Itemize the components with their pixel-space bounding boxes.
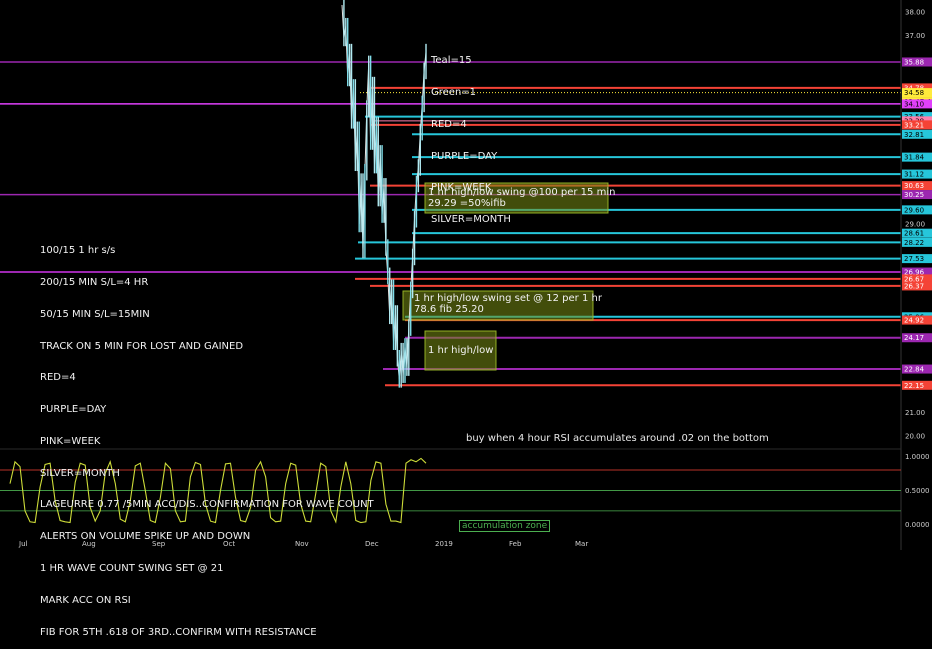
price-tick-label: 29.00 <box>905 221 925 229</box>
legend-line: Teal=15 <box>431 55 472 67</box>
strategy-line: 1 HR WAVE COUNT SWING SET @ 21 <box>40 563 224 574</box>
price-tick-label: 38.00 <box>905 9 925 17</box>
bottom-note: buy when 4 hour RSI accumulates around .… <box>466 433 769 444</box>
strategy-line: PURPLE=DAY <box>40 404 107 416</box>
level-badge-label: 27.53 <box>904 255 924 263</box>
strategy-line: LAGEURRE 0.77 /5MIN ACC/DIS..CONFIRMATIO… <box>40 499 374 511</box>
level-badge-label: 31.12 <box>904 171 924 179</box>
level-badge-label: 24.92 <box>904 317 924 325</box>
oscillator-tick-label: 0.5000 <box>905 487 930 495</box>
price-tick-label: 20.00 <box>905 432 925 440</box>
time-tick-label: Mar <box>575 540 588 548</box>
level-badge-label: 22.84 <box>904 366 925 374</box>
legend-line: SILVER=MONTH <box>431 214 511 226</box>
level-badge-label: 29.60 <box>904 206 924 214</box>
strategy-note: 100/15 1 hr s/s 200/15 MIN S/L=4 HR 50/1… <box>40 225 374 649</box>
level-badge-label: 24.17 <box>904 334 924 342</box>
legend-line: RED=4 <box>431 118 467 130</box>
oscillator-tick-label: 1.0000 <box>905 453 930 461</box>
level-badge-label: 26.37 <box>904 282 924 290</box>
level-badge-label: 31.84 <box>904 154 925 162</box>
strategy-line: MARK ACC ON RSI <box>40 594 131 606</box>
level-badge-label: 35.88 <box>904 58 924 66</box>
time-tick-label: Feb <box>509 540 522 548</box>
level-badge-label: 34.10 <box>904 100 924 108</box>
legend-line: PURPLE=DAY <box>431 150 498 162</box>
accumulation-zone-label: accumulation zone <box>459 520 551 532</box>
level-badge-label: 28.61 <box>904 230 924 238</box>
strategy-line: TRACK ON 5 MIN FOR LOST AND GAINED <box>40 340 244 352</box>
strategy-line: 100/15 1 hr s/s <box>40 245 116 257</box>
strategy-line: 200/15 MIN S/L=4 HR <box>40 276 149 288</box>
level-badge-label: 30.63 <box>904 182 924 190</box>
time-tick-label: 2019 <box>435 540 453 548</box>
level-badge-label: 34.58 <box>904 89 924 97</box>
time-tick-label: Jul <box>18 540 28 548</box>
box1-text: 1 hr high/low swing @100 per 15 min 29.2… <box>428 187 616 209</box>
box3-text: 1 hr high/low <box>428 345 494 356</box>
strategy-line: FIB FOR 5TH .618 OF 3RD..CONFIRM WITH RE… <box>40 626 317 638</box>
strategy-line: 50/15 MIN S/L=15MIN <box>40 308 150 320</box>
level-badge-label: 32.81 <box>904 131 924 139</box>
level-badge-label: 33.21 <box>904 121 924 129</box>
price-tick-label: 37.00 <box>905 32 925 40</box>
level-badge-label: 22.15 <box>904 382 924 390</box>
oscillator-tick-label: 0.0000 <box>905 521 930 529</box>
strategy-line: PINK=WEEK <box>40 435 101 447</box>
box2-text: 1 hr high/low swing set @ 12 per 1 hr 78… <box>414 293 602 315</box>
strategy-line: RED=4 <box>40 372 76 384</box>
legend-line: Green=1 <box>431 86 477 98</box>
level-badge-label: 30.25 <box>904 191 924 199</box>
strategy-line: SILVER=MONTH <box>40 467 120 479</box>
level-badge-label: 28.22 <box>904 239 924 247</box>
price-tick-label: 21.00 <box>905 409 925 417</box>
strategy-line: ALERTS ON VOLUME SPIKE UP AND DOWN <box>40 531 251 543</box>
